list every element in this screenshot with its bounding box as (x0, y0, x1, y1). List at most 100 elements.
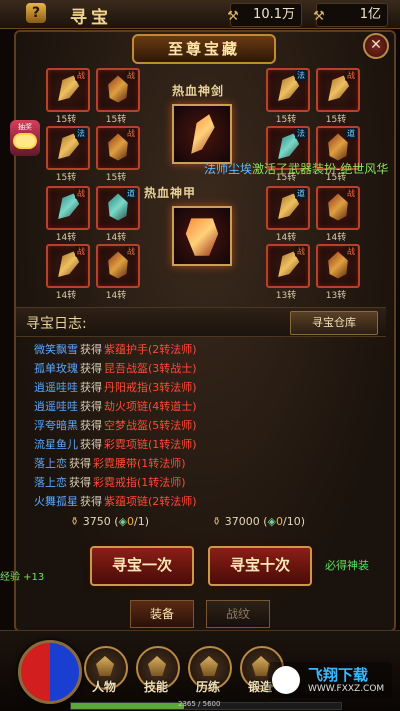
log-player: 火舞孤星 (34, 495, 78, 508)
tab-battle-pattern[interactable]: 战纹 (206, 600, 270, 628)
cost-once-bag: 3750 (82, 515, 111, 528)
class-tag: 战 (125, 246, 137, 257)
cost-ten: ⚱ 37000 (◈0/10) (212, 515, 305, 528)
tab-equip[interactable]: 装备 (130, 600, 194, 628)
class-tag: 战 (295, 246, 307, 257)
slot-level: 15转 (105, 115, 127, 125)
log-row: 火舞孤星 获得 紫蕴项链(2转法师) (34, 492, 364, 511)
bag-icon: ⚱ (212, 515, 222, 528)
log-item: 彩霓戒指(1转法师) (93, 476, 186, 489)
class-tag: 战 (125, 70, 137, 81)
close-button[interactable]: ✕ (363, 33, 389, 59)
log-title: 寻宝日志: (26, 316, 87, 332)
jade-icon: ◈ (267, 515, 276, 528)
treasure-slot[interactable]: 法 (46, 126, 90, 170)
log-row: 逍遥哇哇 获得 丹阳戒指(3转法师) (34, 378, 364, 397)
cost-ten-need: /10 (282, 515, 301, 528)
currency-silver-value: 10.1万 (253, 7, 295, 22)
log-item: 紫蕴项链(2转法师) (104, 495, 197, 508)
treasure-slot[interactable]: 战 (96, 126, 140, 170)
log-item: 彩霓腰带(1转法师) (93, 457, 186, 470)
book-icon (148, 656, 166, 676)
class-tag: 战 (75, 188, 87, 199)
exp-bar-text: 2365 / 5600 (178, 700, 221, 708)
log-player: 孤单玫瑰 (34, 362, 78, 375)
treasure-slot[interactable]: 战 (316, 244, 360, 288)
cost-once: ⚱ 3750 (◈0/1) (70, 515, 149, 528)
treasure-slot[interactable]: 战 (96, 244, 140, 288)
log-verb: 获得 (80, 362, 102, 375)
log-player: 微笑飘雪 (34, 343, 78, 356)
guaranteed-label: 必得神装 (325, 559, 369, 572)
treasure-slot[interactable]: 道 (266, 186, 310, 230)
help-button[interactable]: ? (26, 3, 46, 23)
notice-message: 激活了武器装扮-绝世风华 (252, 162, 389, 176)
log-row: 孤单玫瑰 获得 昆吾战盔(3转战士) (34, 359, 364, 378)
treasure-slot[interactable]: 战 (266, 244, 310, 288)
search-once-button[interactable]: 寻宝一次 (90, 546, 194, 586)
helmet-icon (96, 656, 114, 676)
class-tag: 战 (345, 188, 357, 199)
jade-icon: ◈ (118, 515, 127, 528)
treasure-slot[interactable]: 法 (266, 68, 310, 112)
armor-icon (185, 218, 219, 256)
class-tag: 道 (125, 188, 137, 199)
feature-armor[interactable] (172, 206, 232, 266)
log-row: 落上恋 获得 彩霓腰带(1转法师) (34, 454, 364, 473)
sword-icon (191, 114, 215, 154)
log-row: 逍遥哇哇 获得 劫火项链(4转道士) (34, 397, 364, 416)
treasure-slot[interactable]: 战 (46, 244, 90, 288)
broadcast-notice: 法师尘埃激活了武器装扮-绝世风华 (204, 160, 388, 177)
feature-weapon-label: 热血神剑 (172, 84, 225, 98)
log-verb: 获得 (80, 400, 102, 413)
log-verb: 获得 (80, 381, 102, 394)
log-item: 昆吾战盔(3转战士) (104, 362, 197, 375)
log-player: 流星鱼儿 (34, 438, 78, 451)
class-tag: 战 (125, 128, 137, 139)
log-row: 浮夸暗黑 获得 空梦战盔(5转法师) (34, 416, 364, 435)
log-item: 彩霓项链(1转法师) (104, 438, 197, 451)
watermark: 飞翔下载 WWW.FXXZ.COM (268, 662, 392, 698)
slot-level: 14转 (55, 291, 77, 301)
log-item: 紫蕴护手(2转法师) (104, 343, 197, 356)
cost-ten-key: (◈0/10) (263, 515, 305, 528)
treasure-slot[interactable]: 战 (316, 68, 360, 112)
log-verb: 获得 (80, 495, 102, 508)
bag-icon: ⚱ (70, 515, 80, 528)
slot-level: 14转 (275, 233, 297, 243)
slot-level: 15转 (55, 173, 77, 183)
currency-gold: ⚒ 1亿 (313, 3, 388, 27)
page-title: 寻宝 (70, 8, 112, 28)
lottery-badge[interactable]: 抽奖 (10, 120, 40, 156)
class-tag: 战 (75, 246, 87, 257)
currency-gold-value: 1亿 (359, 7, 381, 22)
log-verb: 获得 (80, 343, 102, 356)
search-ten-button[interactable]: 寻宝十次 (208, 546, 312, 586)
top-bar: ? 寻宝 ⚒ 10.1万 ⚒ 1亿 (0, 0, 400, 29)
slot-level: 15转 (105, 173, 127, 183)
cost-once-have: 0 (126, 515, 134, 528)
feature-weapon[interactable] (172, 104, 232, 164)
log-player: 逍遥哇哇 (34, 381, 78, 394)
slot-level: 13转 (325, 291, 347, 301)
slot-level: 14转 (325, 233, 347, 243)
nav-skill-label: 技能 (143, 680, 168, 694)
log-verb: 获得 (80, 419, 102, 432)
cost-once-key: (◈0/1) (114, 515, 149, 528)
log-player: 落上恋 (34, 457, 67, 470)
cost-ten-bag: 37000 (224, 515, 260, 528)
nav-character-label: 人物 (91, 680, 116, 694)
cost-ten-have: 0 (275, 515, 283, 528)
treasure-slot[interactable]: 道 (96, 186, 140, 230)
exp-gain: 经验 +13 (0, 572, 45, 583)
coin-icon: ⚒ (227, 9, 239, 24)
warehouse-button[interactable]: 寻宝仓库 (290, 311, 378, 335)
class-tag: 法 (295, 70, 307, 81)
treasure-slot[interactable]: 战 (316, 186, 360, 230)
treasure-slot[interactable]: 战 (46, 68, 90, 112)
class-tag: 战 (345, 246, 357, 257)
treasure-slot[interactable]: 战 (46, 186, 90, 230)
treasure-slot[interactable]: 战 (96, 68, 140, 112)
log-row: 流星鱼儿 获得 彩霓项链(1转法师) (34, 435, 364, 454)
log-verb: 获得 (69, 476, 91, 489)
